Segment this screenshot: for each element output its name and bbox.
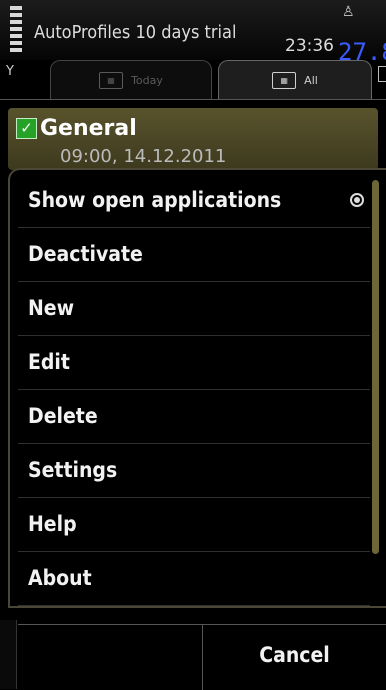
menu-item-deactivate[interactable]: Deactivate	[18, 228, 370, 282]
menu-item-label: Help	[28, 512, 77, 536]
menu-item-settings[interactable]: Settings	[18, 444, 370, 498]
profile-name: General	[40, 116, 137, 141]
tab-today[interactable]: ▦ Today	[50, 60, 212, 99]
menu-list: Show open applications Deactivate New Ed…	[18, 174, 370, 606]
checkbox-checked-icon[interactable]: ✓	[16, 118, 37, 139]
menu-item-label: Deactivate	[28, 242, 143, 266]
menu-item-label: About	[28, 566, 92, 590]
profile-time: 09:00, 14.12.2011	[60, 146, 227, 167]
softkey-bar: Cancel	[18, 624, 386, 690]
battery-icon	[378, 66, 386, 82]
menu-item-label: New	[28, 296, 75, 320]
tab-bar: ▦ Today ▦ All	[40, 60, 372, 100]
menu-item-show-open-applications[interactable]: Show open applications	[18, 174, 370, 228]
tab-label: Today	[131, 73, 163, 87]
status-bar: AutoProfiles 10 days trial 23:36 ♙ 27.8	[0, 0, 386, 66]
cancel-button[interactable]: Cancel	[203, 625, 386, 690]
frame-edge	[0, 620, 17, 689]
clock: 23:36	[285, 36, 334, 56]
antenna-icon: Y	[6, 64, 14, 79]
menu-item-label: Show open applications	[28, 188, 282, 212]
list-item[interactable]: ✓ General 09:00, 14.12.2011	[8, 108, 378, 170]
calendar-all-icon: ▦	[272, 71, 297, 89]
app-title: AutoProfiles 10 days trial	[34, 22, 237, 43]
tab-label: All	[304, 73, 318, 87]
menu-item-label: Settings	[28, 458, 118, 482]
menu-item-label: Edit	[28, 350, 70, 374]
tab-all[interactable]: ▦ All	[218, 60, 372, 99]
signal-strength-icon	[10, 6, 22, 56]
menu-scrollbar[interactable]	[372, 180, 379, 554]
options-menu: Show open applications Deactivate New Ed…	[8, 168, 386, 608]
menu-item-label: Delete	[28, 404, 98, 428]
menu-item-help[interactable]: Help	[18, 498, 370, 552]
menu-item-delete[interactable]: Delete	[18, 390, 370, 444]
tab-divider	[0, 99, 386, 100]
calendar-today-icon: ▦	[99, 71, 124, 89]
radio-selected-icon	[350, 193, 364, 207]
left-softkey[interactable]	[18, 625, 203, 690]
menu-item-new[interactable]: New	[18, 282, 370, 336]
menu-item-edit[interactable]: Edit	[18, 336, 370, 390]
person-icon: ♙	[342, 4, 355, 20]
menu-item-about[interactable]: About	[18, 552, 370, 606]
